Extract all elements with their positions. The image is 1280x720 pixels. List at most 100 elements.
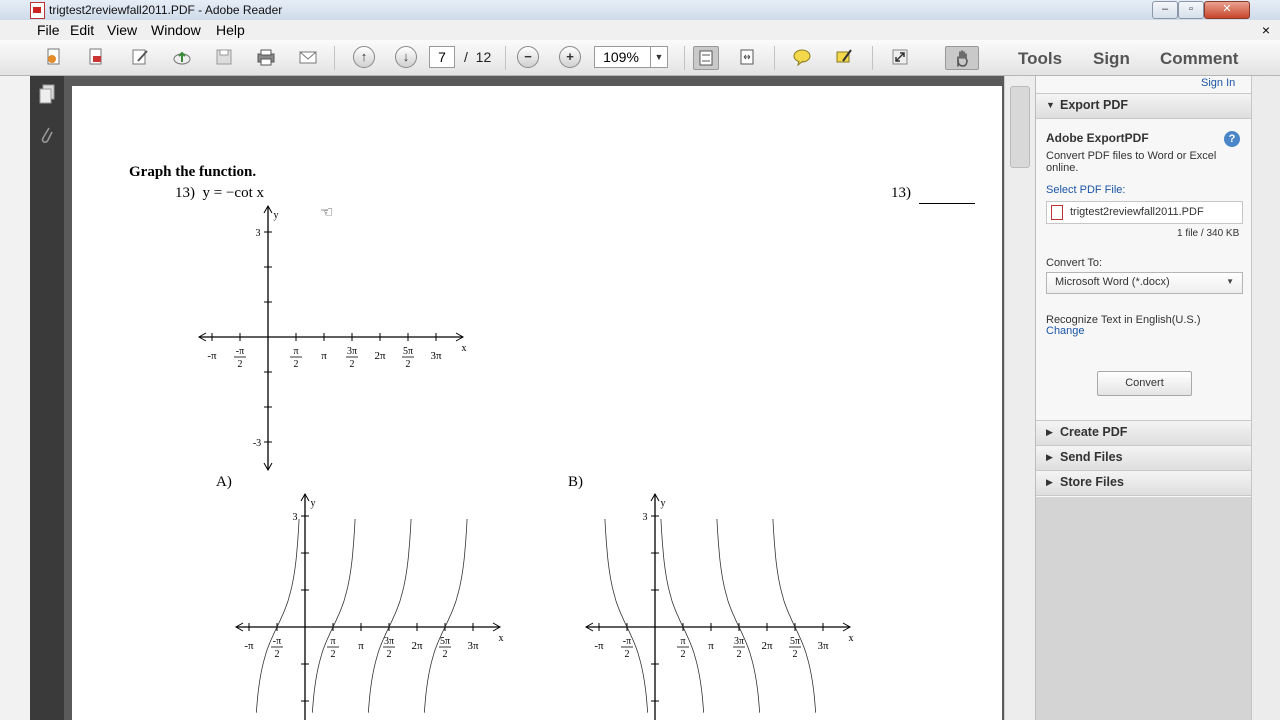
full-screen-icon[interactable] [888, 46, 912, 68]
zoom-input[interactable] [595, 47, 647, 67]
option-b-label: B) [568, 474, 583, 490]
x-tick-label-denominator: 2 [350, 359, 355, 370]
x-tick-label-numerator: 5π [403, 346, 413, 357]
menu-file[interactable]: File [37, 22, 60, 38]
x-tick-label: π [358, 640, 364, 652]
minimize-button[interactable]: – [1152, 1, 1178, 19]
x-tick-label-denominator: 2 [331, 649, 336, 660]
y-tick-label: 3 [256, 228, 261, 239]
hand-tool-icon[interactable] [945, 46, 979, 70]
create-pdf-icon[interactable] [42, 46, 66, 68]
pdf-file-icon [30, 2, 45, 19]
page-number-input[interactable] [429, 46, 455, 68]
toolbar-separator [684, 46, 685, 70]
empty-axes-graph: xy3-3-π π 2π 3π-π2π23π25π2 [197, 204, 467, 472]
option-b-curve [772, 518, 817, 713]
maximize-button[interactable]: ▫ [1178, 1, 1204, 19]
question-label: 13) y = −cot x [175, 185, 264, 201]
email-icon[interactable] [296, 46, 320, 68]
navigation-pane [30, 76, 64, 720]
comment-button[interactable]: Comment [1160, 49, 1238, 69]
x-tick-label-denominator: 2 [443, 649, 448, 660]
title-bar: trigtest2reviewfall2011.PDF - Adobe Read… [0, 0, 1280, 20]
toolbar-separator [505, 46, 506, 70]
send-files-section[interactable]: ▶ Send Files [1036, 445, 1251, 471]
sign-button[interactable]: Sign [1093, 49, 1130, 69]
x-tick-label-numerator: 3π [734, 636, 744, 647]
chevron-down-icon[interactable]: ▼ [650, 47, 667, 67]
x-tick-label-numerator: -π [273, 636, 281, 647]
zoom-out-button[interactable]: − [517, 46, 539, 68]
toolbar-separator [872, 46, 873, 70]
x-axis-label: x [499, 633, 504, 644]
x-tick-label: π [708, 640, 714, 652]
option-b-curve [660, 518, 705, 713]
option-a-curve [423, 518, 468, 713]
page-thumbnails-icon[interactable] [37, 83, 57, 105]
export-subtitle: Adobe ExportPDF [1046, 131, 1149, 145]
create-pdf-section[interactable]: ▶ Create PDF [1036, 420, 1251, 446]
x-tick-label-denominator: 2 [793, 649, 798, 660]
y-axis-label: y [274, 210, 279, 221]
x-tick-label-numerator: 3π [384, 636, 394, 647]
chevron-down-icon: ▼ [1226, 277, 1234, 286]
pdf-file-icon [1051, 205, 1063, 220]
caret-right-icon: ▶ [1046, 477, 1053, 487]
export-pdf-section[interactable]: ▼ Export PDF [1036, 93, 1251, 119]
tools-pane-empty-area [1036, 497, 1251, 720]
fit-page-icon[interactable] [693, 46, 719, 70]
x-tick-label-denominator: 2 [294, 359, 299, 370]
highlight-icon[interactable] [832, 46, 856, 68]
scrollbar-thumb[interactable] [1010, 86, 1030, 168]
attachments-icon[interactable] [37, 124, 57, 146]
caret-right-icon: ▶ [1046, 452, 1053, 462]
x-tick-label: 2π [374, 350, 386, 362]
close-window-button[interactable]: ✕ [1204, 1, 1250, 19]
convert-to-select[interactable]: Microsoft Word (*.docx) ▼ [1046, 272, 1243, 294]
close-document-icon[interactable]: × [1262, 22, 1270, 38]
option-a-curve [367, 518, 412, 713]
caret-down-icon: ▼ [1046, 100, 1055, 110]
x-tick-label-numerator: π [330, 636, 335, 647]
window-title: trigtest2reviewfall2011.PDF - Adobe Read… [49, 3, 283, 17]
fit-width-icon[interactable] [735, 46, 759, 68]
previous-page-button[interactable]: ↑ [353, 46, 375, 68]
x-tick-label-denominator: 2 [737, 649, 742, 660]
option-b-curve [716, 518, 761, 713]
tools-button[interactable]: Tools [1018, 49, 1062, 69]
x-tick-label-denominator: 2 [406, 359, 411, 370]
y-axis-label: y [311, 498, 316, 509]
x-tick-label-denominator: 2 [625, 649, 630, 660]
save-icon[interactable] [212, 46, 236, 68]
right-edge [1251, 76, 1280, 720]
cloud-upload-icon[interactable] [170, 46, 194, 68]
open-file-icon[interactable] [84, 46, 108, 68]
menu-view[interactable]: View [107, 22, 137, 38]
x-tick-label-denominator: 2 [387, 649, 392, 660]
store-files-section[interactable]: ▶ Store Files [1036, 470, 1251, 496]
help-icon[interactable]: ? [1224, 131, 1240, 147]
menu-bar: File Edit View Window Help × [0, 20, 1280, 40]
edit-pdf-icon[interactable] [128, 46, 152, 68]
selected-file-field[interactable]: trigtest2reviewfall2011.PDF [1046, 201, 1243, 224]
x-tick-label-numerator: 5π [790, 636, 800, 647]
caret-right-icon: ▶ [1046, 427, 1053, 437]
menu-edit[interactable]: Edit [70, 22, 94, 38]
option-a-graph: xy3-π π 2π 3π-π2π23π25π2 [234, 492, 504, 720]
answer-blank [919, 203, 975, 204]
menu-window[interactable]: Window [151, 22, 201, 38]
menu-help[interactable]: Help [216, 22, 245, 38]
vertical-scrollbar[interactable] [1004, 76, 1035, 720]
comment-bubble-icon[interactable] [790, 46, 814, 68]
sign-in-link[interactable]: Sign In [1201, 77, 1235, 89]
convert-button[interactable]: Convert [1097, 371, 1192, 396]
x-tick-label: -π [244, 640, 254, 652]
zoom-in-button[interactable]: + [559, 46, 581, 68]
x-tick-label: 3π [817, 640, 829, 652]
change-link[interactable]: Change [1046, 325, 1085, 337]
next-page-button[interactable]: ↓ [395, 46, 417, 68]
zoom-select[interactable]: ▼ [594, 46, 668, 68]
print-icon[interactable] [254, 46, 278, 68]
x-tick-label: 3π [430, 350, 442, 362]
x-tick-label: 3π [467, 640, 479, 652]
